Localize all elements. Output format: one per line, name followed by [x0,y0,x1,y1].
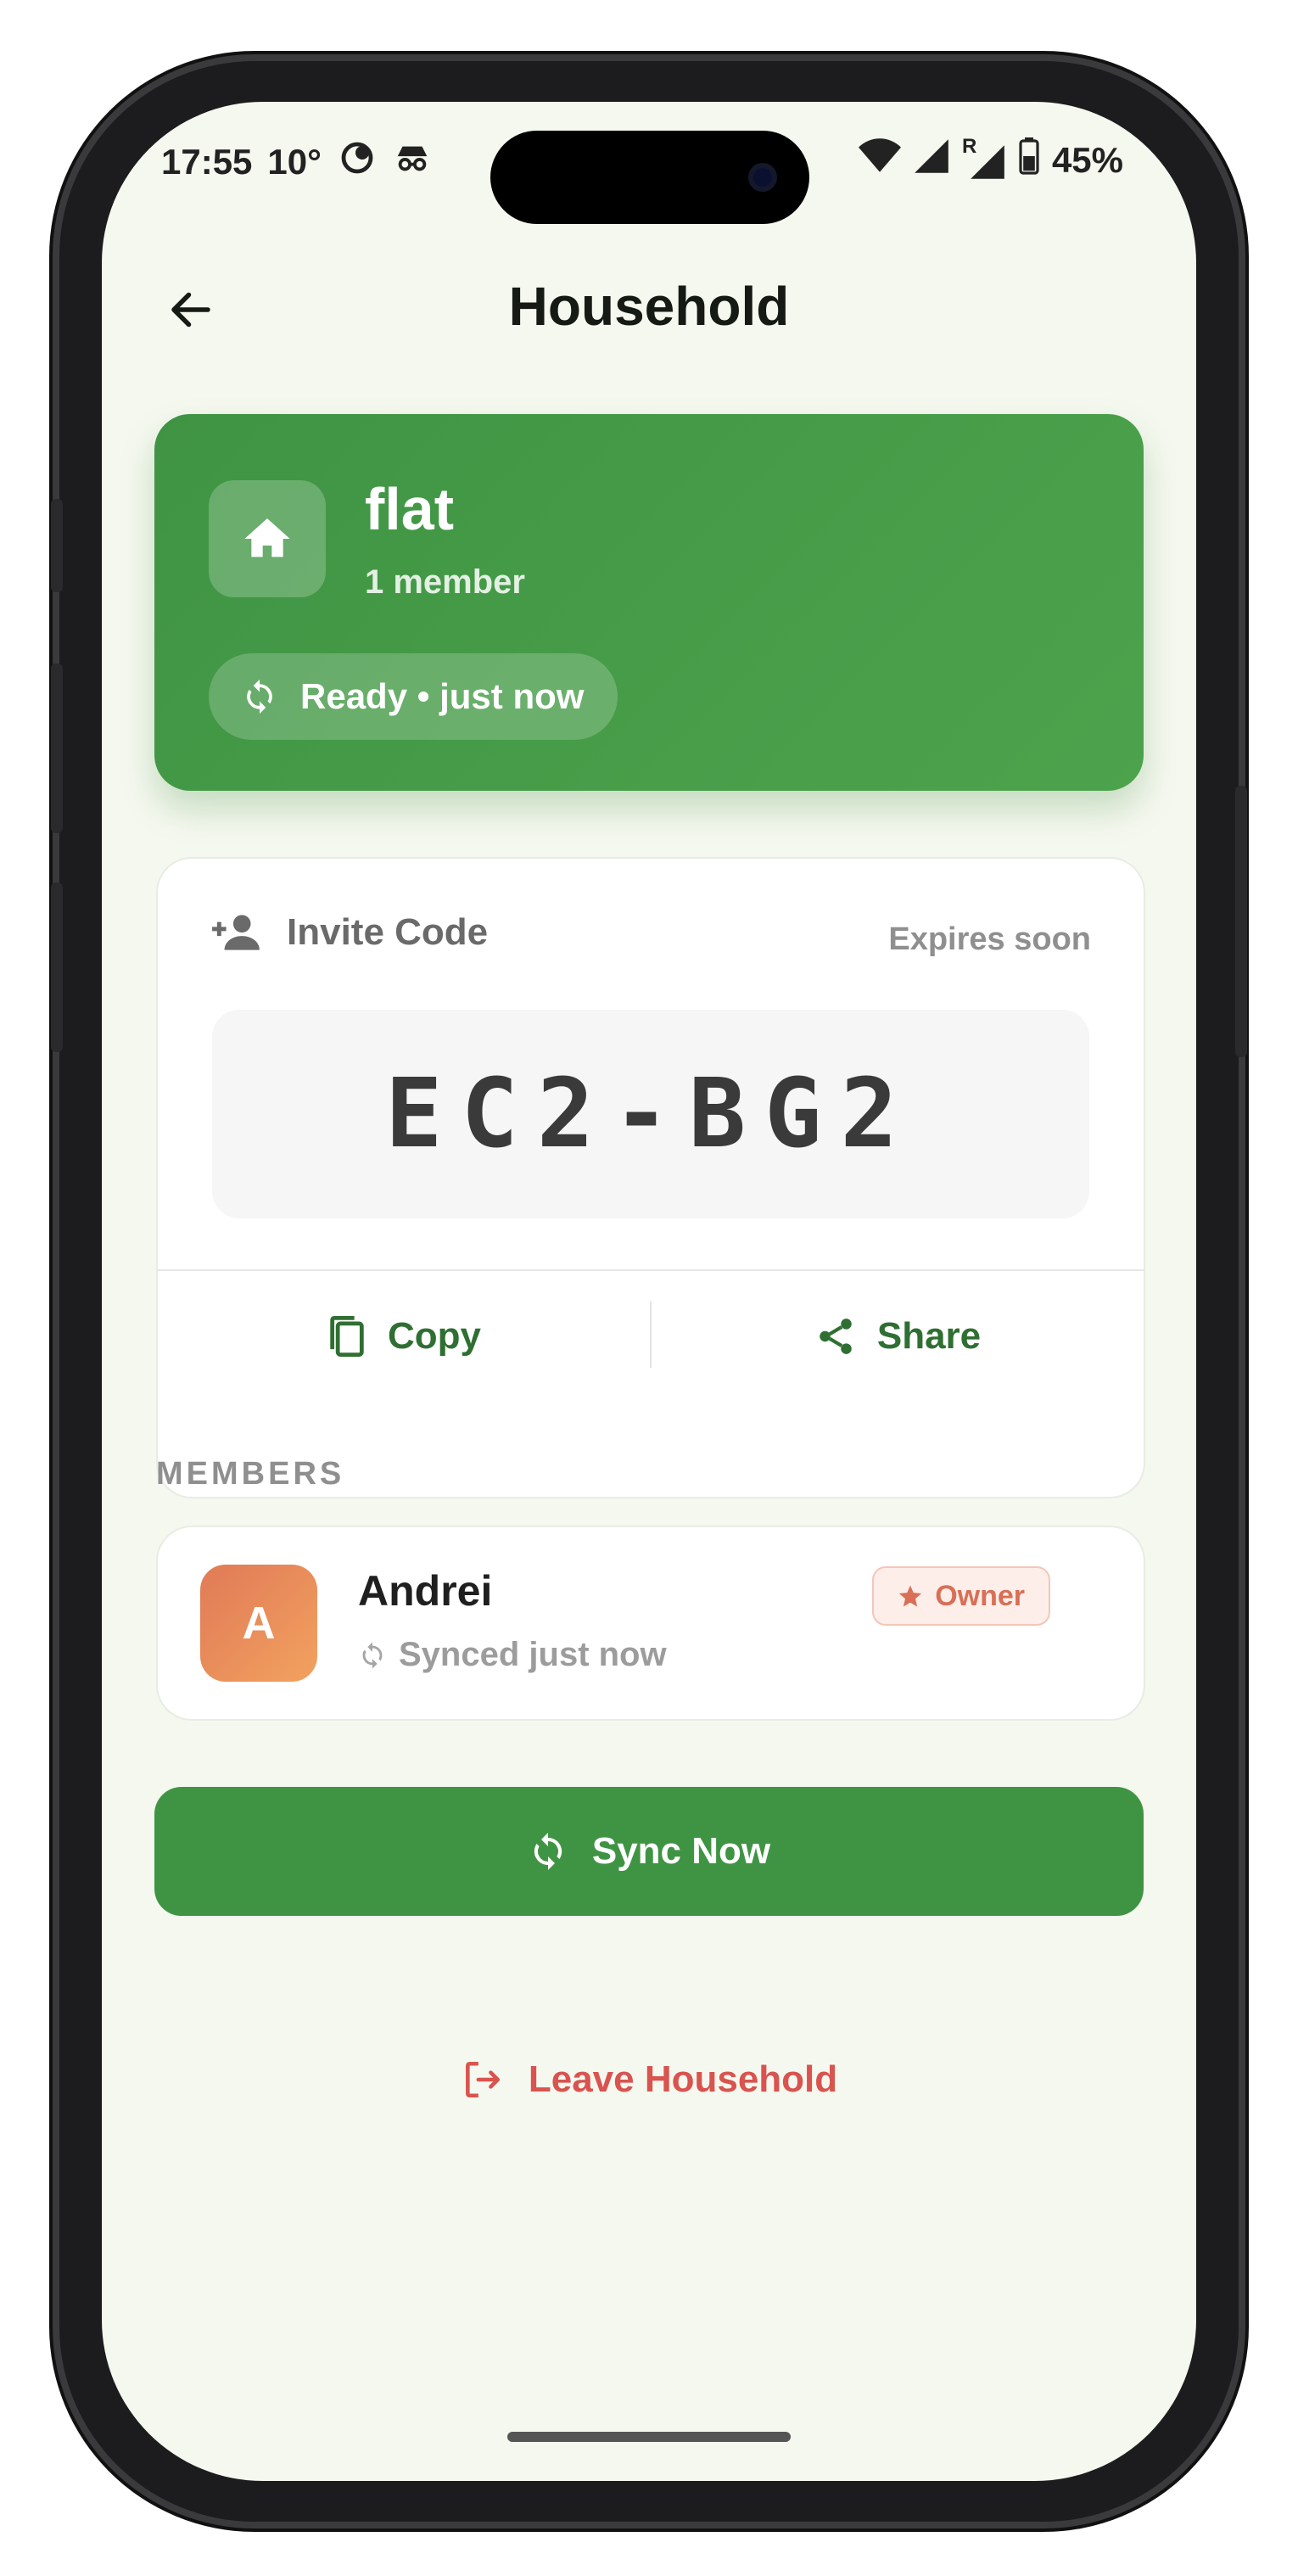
sync-now-label: Sync Now [591,1830,771,1872]
invite-title: Invite Code [287,911,489,953]
incognito-icon [393,138,432,186]
share-label: Share [876,1315,982,1357]
signal-icon [913,137,950,183]
power-button [1235,786,1247,1057]
star-icon [899,1585,922,1607]
member-sync-status: Synced just now [358,1636,667,1674]
home-indicator[interactable] [507,2432,791,2442]
clock: 17:55 [161,142,253,182]
volume-down-button [51,882,63,1052]
weather-icon [337,137,378,187]
app-screen: 17:55 10° R 45% Household flat 1 member … [102,102,1196,2481]
share-icon [820,1319,852,1354]
member-status-text: Synced just now [399,1636,667,1673]
volume-up-button [51,664,63,833]
logout-icon [465,2061,500,2098]
avatar: A [200,1565,317,1682]
sync-icon [534,1833,562,1870]
wifi-icon [858,137,901,183]
add-person-icon [212,915,260,950]
home-icon [209,480,326,597]
members-section-label: MEMBERS [156,1456,345,1492]
temperature: 10° [267,142,322,182]
sync-icon [247,679,272,714]
member-row[interactable]: A Andrei Synced just now Owner [156,1526,1145,1721]
leave-household-label: Leave Household [528,2058,838,2100]
sync-now-button[interactable]: Sync Now [154,1787,1144,1916]
sync-status-badge: Ready • just now [209,653,618,740]
share-button[interactable]: Share [652,1271,1144,1402]
invite-code[interactable]: EC2-BG2 [212,1010,1089,1218]
camera-island [490,131,809,224]
status-bar: 17:55 10° R 45% [102,102,1196,224]
copy-icon [330,1315,364,1358]
sync-status-text: Ready • just now [300,676,585,716]
member-count: 1 member [365,563,525,601]
action-button [51,499,63,592]
battery-percent: 45% [1051,140,1123,180]
front-camera-icon [748,163,777,192]
household-card: flat 1 member Ready • just now [154,414,1144,791]
battery-icon [1018,137,1040,183]
invite-code-card: Invite Code Expires soon EC2-BG2 Copy Sh… [156,857,1145,1498]
copy-button[interactable]: Copy [158,1271,650,1402]
sync-icon [362,1641,383,1669]
invite-header: Invite Code [210,911,488,954]
owner-badge: Owner [872,1566,1050,1626]
expiry-text: Expires soon [888,921,1091,957]
member-name: Andrei [358,1567,493,1615]
owner-label: Owner [935,1579,1025,1612]
avatar-initial: A [242,1598,276,1649]
leave-household-button[interactable]: Leave Household [433,2033,865,2126]
household-name: flat [365,476,454,542]
copy-label: Copy [388,1315,481,1357]
app-bar: Household [102,246,1196,356]
roaming-signal-icon: R [962,135,1006,181]
page-title: Household [508,276,790,337]
